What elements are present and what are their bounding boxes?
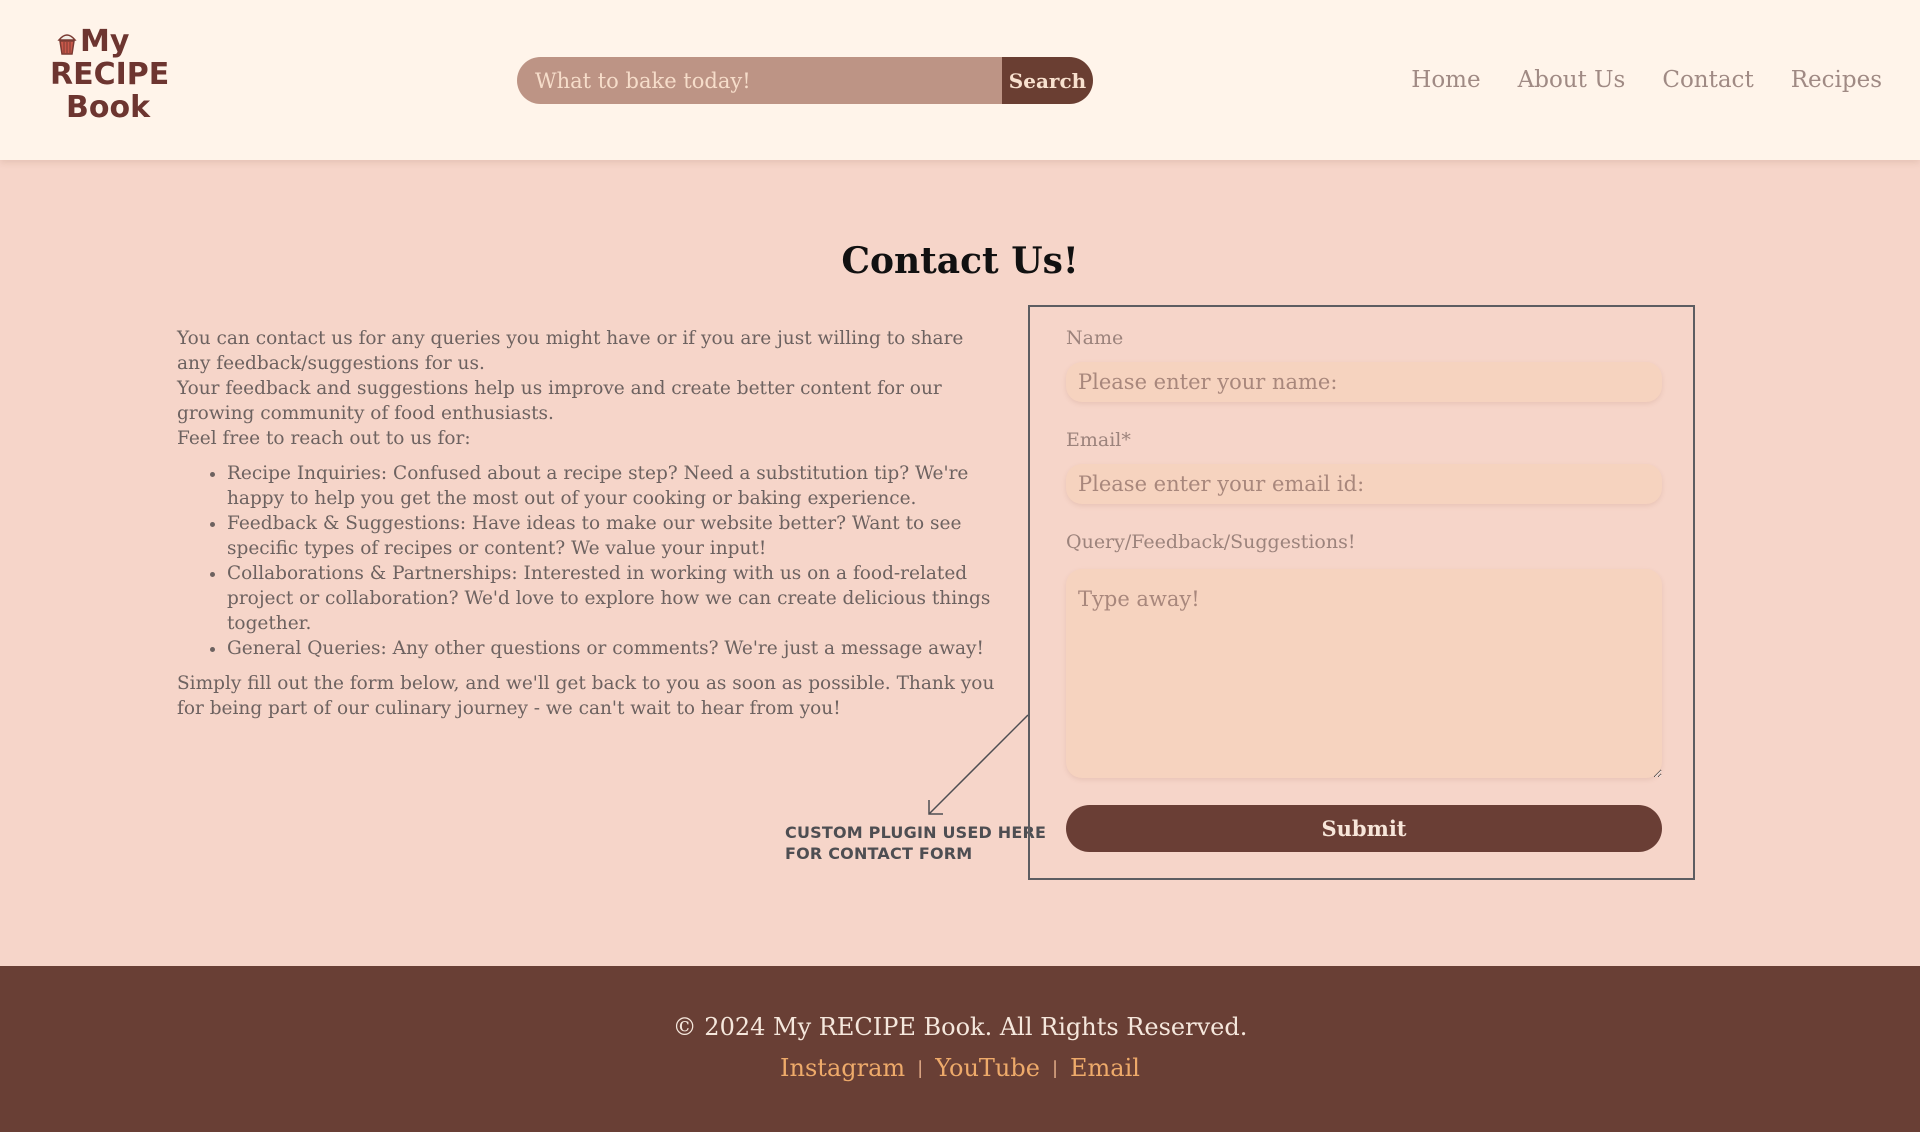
- logo-text-my: My: [80, 24, 130, 59]
- youtube-link[interactable]: YouTube: [935, 1054, 1040, 1082]
- intro-paragraph: Your feedback and suggestions help us im…: [177, 378, 942, 424]
- nav-home[interactable]: Home: [1411, 65, 1480, 95]
- logo-text-book: Book: [66, 90, 151, 125]
- search-button[interactable]: Search: [1002, 57, 1093, 104]
- logo-text-recipe: RECIPE: [50, 57, 170, 92]
- annotation-line: CUSTOM PLUGIN USED HERE: [785, 823, 1047, 842]
- intro-paragraph: You can contact us for any queries you m…: [177, 328, 964, 374]
- email-field[interactable]: [1066, 464, 1662, 504]
- list-item: Recipe Inquiries: Confused about a recip…: [227, 461, 997, 511]
- link-separator: |: [917, 1058, 924, 1079]
- link-separator: |: [1051, 1058, 1059, 1079]
- instagram-link[interactable]: Instagram: [780, 1054, 905, 1082]
- name-label: Name: [1066, 327, 1124, 349]
- footer-links: Instagram | YouTube | Email: [0, 1054, 1920, 1082]
- query-textarea[interactable]: [1066, 569, 1662, 778]
- nav-recipes[interactable]: Recipes: [1791, 65, 1882, 95]
- nav-contact[interactable]: Contact: [1662, 65, 1753, 95]
- nav-about-us[interactable]: About Us: [1518, 65, 1626, 95]
- cupcake-icon: [57, 34, 77, 55]
- annotation-line: FOR CONTACT FORM: [785, 844, 973, 863]
- page-title: Contact Us!: [841, 240, 1079, 282]
- site-logo[interactable]: My RECIPE Book: [48, 24, 169, 130]
- email-label: Email*: [1066, 429, 1131, 451]
- intro-paragraph: Feel free to reach out to us for:: [177, 428, 471, 449]
- list-item: Feedback & Suggestions: Have ideas to ma…: [227, 511, 997, 561]
- main-nav: Home About Us Contact Recipes: [1374, 65, 1882, 95]
- email-link[interactable]: Email: [1070, 1054, 1140, 1082]
- closing-paragraph: Simply fill out the form below, and we'l…: [177, 673, 995, 719]
- search-bar: Search: [517, 57, 1093, 104]
- submit-button[interactable]: Submit: [1066, 805, 1662, 852]
- contact-form: Name Email* Query/Feedback/Suggestions! …: [1028, 305, 1695, 880]
- copyright-text: © 2024 My RECIPE Book. All Rights Reserv…: [672, 1013, 1248, 1041]
- reasons-list: Recipe Inquiries: Confused about a recip…: [177, 461, 997, 661]
- list-item: Collaborations & Partnerships: Intereste…: [227, 561, 997, 636]
- list-item: General Queries: Any other questions or …: [227, 636, 997, 661]
- site-header: My RECIPE Book Search Home About Us Cont…: [0, 0, 1920, 160]
- contact-intro: You can contact us for any queries you m…: [177, 326, 997, 721]
- search-input[interactable]: [517, 57, 1002, 104]
- site-footer: [0, 966, 1920, 1132]
- name-field[interactable]: [1066, 362, 1662, 402]
- plugin-annotation: CUSTOM PLUGIN USED HERE FOR CONTACT FORM: [785, 822, 1046, 864]
- query-label: Query/Feedback/Suggestions!: [1066, 531, 1356, 553]
